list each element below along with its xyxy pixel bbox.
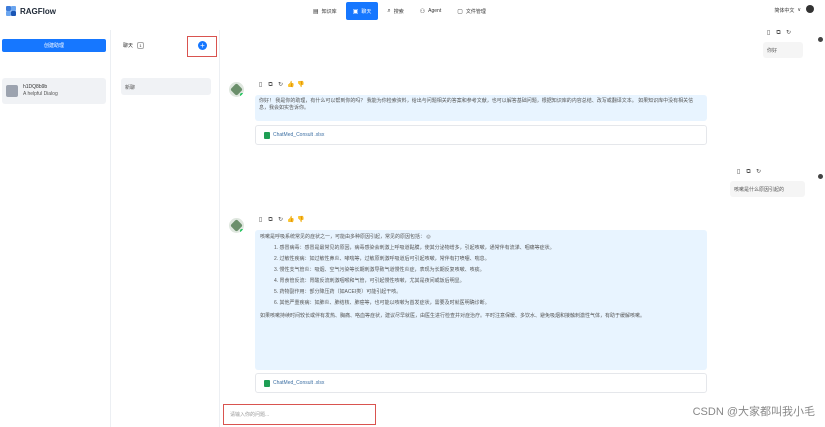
assistant-description: A helpful Dialog	[23, 91, 58, 97]
tab-label: 聊天	[361, 8, 372, 15]
tab-search[interactable]: ⌕ 搜索	[380, 2, 410, 20]
answer-list-item: 5. 药物副作用：部分降压药（如ACEI类）可能引起干咳。	[274, 289, 402, 295]
main-nav: ▤ 知识库 ▣ 聊天 ⌕ 搜索 ⚇ Agent ▢ 文件管理	[306, 2, 493, 20]
watermark-text: CSDN @大家都叫我小毛	[692, 406, 815, 418]
conversation-item[interactable]: 新聊	[121, 78, 211, 95]
app-logo[interactable]: RAGFlow	[6, 6, 56, 16]
assistant-panel: 创建助理 h1DQ8b9b A helpful Dialog	[0, 30, 110, 427]
chat-area: ▯ ⧉ ↻ 你好 ▯ ⧉ ↻ 👍 👎 你好！ 我是你的助理，有什么可以帮到你的吗…	[220, 24, 825, 427]
tab-file-management[interactable]: ▢ 文件管理	[450, 2, 493, 20]
duplicate-icon[interactable]: ⧉	[745, 169, 752, 176]
answer-list-item: 6. 其他严重疾病：如肺炎、肺结核、肺癌等，也可能以咳嗽为首发症状，需要及时就医…	[274, 300, 490, 306]
duplicate-icon[interactable]: ⧉	[267, 217, 274, 224]
language-selector[interactable]: 简体中文 ∨	[774, 7, 801, 14]
conversation-header: 聊天 1	[123, 42, 145, 49]
add-conversation-button[interactable]: +	[198, 41, 207, 50]
answer-list-item: 2. 过敏性疾病：如过敏性鼻炎、哮喘等，过敏原刺激呼吸道后可引起咳嗽，常伴有打喷…	[274, 256, 490, 262]
user-message-bubble: 咳嗽是什么原因引起的	[730, 181, 805, 197]
user-message-bubble: 你好	[763, 42, 803, 58]
thumbs-up-icon[interactable]: 👍	[287, 82, 294, 89]
conversation-count-badge: 1	[137, 42, 145, 49]
spreadsheet-icon	[264, 379, 270, 387]
tab-label: 知识库	[321, 8, 337, 15]
message-toolbar: ▯ ⧉ ↻ 👍 👎	[257, 82, 305, 89]
create-assistant-button[interactable]: 创建助理	[2, 39, 106, 52]
tab-chat[interactable]: ▣ 聊天	[345, 2, 379, 20]
message-toolbar: ▯ ⧉ ↻	[765, 30, 792, 37]
agent-icon: ⚇	[419, 8, 426, 15]
answer-intro-text: 咳嗽是呼吸系统常见的症状之一，可能由多种原因引起，常见的原因包括：	[260, 234, 426, 240]
thumbs-down-icon[interactable]: 👎	[297, 82, 304, 89]
language-label: 简体中文	[774, 8, 795, 14]
thumbs-down-icon[interactable]: 👎	[297, 217, 304, 224]
ragflow-logo-icon	[6, 6, 16, 16]
message-toolbar: ▯ ⧉ ↻ 👍 👎	[257, 217, 305, 224]
assistant-avatar-icon	[229, 218, 244, 233]
message-toolbar: ▯ ⧉ ↻	[735, 169, 762, 176]
assistant-name: h1DQ8b9b	[23, 84, 48, 90]
top-navigation-bar: RAGFlow ▤ 知识库 ▣ 聊天 ⌕ 搜索 ⚇ Agent ▢ 文件管理 简…	[0, 0, 825, 24]
reference-document-card[interactable]: ChatMed_Consult .xlsx	[255, 125, 707, 145]
reference-document-name: ChatMed_Consult .xlsx	[273, 380, 325, 386]
reference-document-card[interactable]: ChatMed_Consult .xlsx	[255, 373, 707, 393]
regenerate-icon[interactable]: ↻	[785, 30, 792, 37]
tab-label: 文件管理	[465, 8, 486, 15]
answer-list-item: 1. 感冒病毒：感冒是最常见的原因，病毒感染会刺激上呼吸道黏膜，使其分泌物增多，…	[274, 245, 555, 251]
tab-agent[interactable]: ⚇ Agent	[413, 2, 448, 20]
file-icon: ▢	[457, 8, 463, 15]
assistant-card[interactable]: h1DQ8b9b A helpful Dialog	[2, 78, 106, 104]
assistant-avatar-icon	[229, 82, 244, 97]
copy-icon[interactable]: ▯	[257, 217, 264, 224]
conversation-header-label: 聊天	[123, 43, 134, 49]
search-icon: ⌕	[387, 7, 391, 14]
answer-list-item: 3. 慢性支气管炎：吸烟、空气污染等长期刺激导致气道慢性炎症，表现为长期反复咳嗽…	[274, 267, 485, 273]
regenerate-icon[interactable]: ↻	[277, 217, 284, 224]
ragflow-chat-app: RAGFlow ▤ 知识库 ▣ 聊天 ⌕ 搜索 ⚇ Agent ▢ 文件管理 简…	[0, 0, 825, 427]
regenerate-icon[interactable]: ↻	[277, 82, 284, 89]
chat-icon: ▣	[352, 8, 359, 15]
database-icon: ▤	[313, 8, 319, 15]
assistant-message-bubble: 你好！ 我是你的助理，有什么可以帮到你的吗？ 我能为你检索资料，给出与问题相关的…	[255, 95, 707, 121]
theme-toggle-icon[interactable]	[806, 5, 814, 13]
duplicate-icon[interactable]: ⧉	[775, 30, 782, 37]
regenerate-icon[interactable]: ↻	[755, 169, 762, 176]
avatar	[6, 85, 18, 97]
user-avatar	[818, 174, 823, 179]
reference-document-name: ChatMed_Consult .xlsx	[273, 132, 325, 138]
app-logo-text: RAGFlow	[20, 6, 56, 16]
user-avatar	[818, 37, 823, 42]
tab-label: Agent	[428, 8, 442, 14]
add-conversation-highlight: +	[187, 36, 217, 57]
copy-icon[interactable]: ▯	[765, 30, 772, 37]
tab-knowledge-base[interactable]: ▤ 知识库	[306, 2, 344, 20]
assistant-message-bubble: 咳嗽是呼吸系统常见的症状之一，可能由多种原因引起，常见的原因包括： ◎ 1. 感…	[255, 230, 707, 370]
chat-input[interactable]: 请输入你的问题...	[223, 404, 376, 425]
thumbs-up-icon[interactable]: 👍	[287, 217, 294, 224]
duplicate-icon[interactable]: ⧉	[267, 82, 274, 89]
conversation-panel: 聊天 1 + 新聊	[111, 30, 219, 427]
chevron-down-icon: ∨	[797, 7, 801, 13]
copy-icon[interactable]: ▯	[257, 82, 264, 89]
answer-intro: 咳嗽是呼吸系统常见的症状之一，可能由多种原因引起，常见的原因包括： ◎	[260, 234, 702, 241]
spreadsheet-icon	[264, 131, 270, 139]
tab-label: 搜索	[393, 8, 404, 15]
answer-outro: 如果咳嗽持续时间较长或伴有发热、胸痛、咯血等症状，建议尽早就医，由医生进行检查并…	[260, 313, 646, 319]
reference-marker-icon[interactable]: ◎	[426, 234, 430, 240]
answer-list-item: 4. 胃食管反流：胃酸反流刺激咽喉和气管，可引起慢性咳嗽，尤其是夜间或饭后明显。	[274, 278, 465, 284]
copy-icon[interactable]: ▯	[735, 169, 742, 176]
assistant-info: h1DQ8b9b A helpful Dialog	[23, 84, 58, 98]
